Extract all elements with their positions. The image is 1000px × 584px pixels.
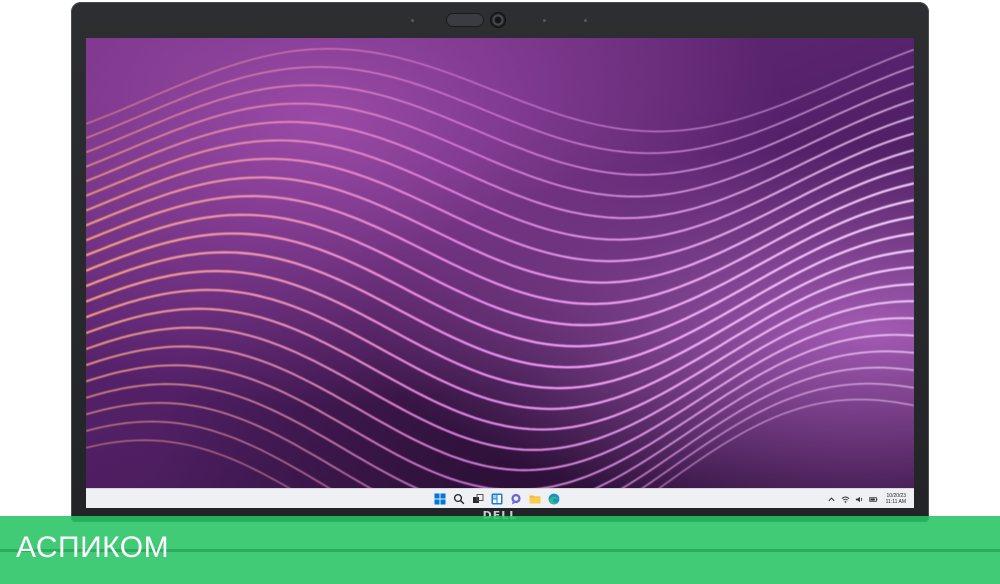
taskbar-pinned-apps xyxy=(434,491,560,507)
wave-line xyxy=(86,300,914,452)
webcam-icon xyxy=(490,12,506,28)
desktop-wallpaper xyxy=(86,38,914,488)
wave-line xyxy=(86,366,914,488)
webcam-privacy-shutter xyxy=(446,13,484,27)
ambient-sensor-right xyxy=(584,19,587,22)
laptop-photo: 10/20/23 11:11 AM DELL АСПИКОМ xyxy=(0,0,1000,584)
edge-browser-icon[interactable] xyxy=(548,493,560,505)
brand-banner-text: АСПИКОМ xyxy=(16,531,170,564)
battery-icon[interactable] xyxy=(868,495,878,504)
wave-line xyxy=(86,149,914,263)
task-view-icon[interactable] xyxy=(472,493,484,505)
chat-icon[interactable] xyxy=(510,493,522,505)
windows-taskbar: 10/20/23 11:11 AM xyxy=(86,488,914,508)
wave-line xyxy=(86,398,914,488)
microphone-sensor xyxy=(543,19,546,22)
system-tray: 10/20/23 11:11 AM xyxy=(827,490,906,508)
file-explorer-icon[interactable] xyxy=(529,493,541,505)
wave-lines-graphic xyxy=(86,48,914,488)
wave-line xyxy=(86,382,914,488)
widgets-icon[interactable] xyxy=(491,493,503,505)
wave-line xyxy=(86,82,914,176)
chevron-up-icon[interactable] xyxy=(827,495,836,504)
wifi-icon[interactable] xyxy=(841,495,850,504)
taskbar-clock[interactable]: 10/20/23 11:11 AM xyxy=(886,493,906,505)
clock-time: 11:11 AM xyxy=(885,499,906,505)
search-icon[interactable] xyxy=(453,493,465,505)
windows-start-icon[interactable] xyxy=(434,493,446,505)
ambient-sensor-left xyxy=(411,19,414,22)
volume-icon[interactable] xyxy=(855,495,864,504)
wave-line xyxy=(86,132,914,241)
laptop-screen: 10/20/23 11:11 AM xyxy=(86,38,914,508)
wave-line xyxy=(86,165,914,284)
